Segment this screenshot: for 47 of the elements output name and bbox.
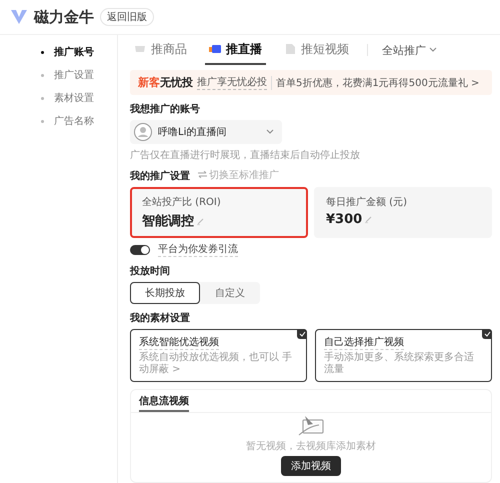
sidebar-item[interactable]: 素材设置 [41, 91, 103, 105]
option-title: 自己选择推广视频 [324, 335, 404, 350]
material-option-card[interactable]: 系统智能优选视频 系统自动投放优选视频，也可以 手动屏蔽 > [130, 329, 307, 382]
panel-tab[interactable]: 信息流视频 [139, 392, 189, 412]
toggle-label: 平台为你发券引流 [158, 242, 238, 257]
edit-icon[interactable] [365, 216, 372, 223]
chevron-down-icon [429, 47, 437, 53]
setting-card[interactable]: 每日推广金额 (元) ¥300 [314, 187, 492, 238]
banner-text[interactable]: 首单5折优惠，花费满1元再得500元流量礼 > [271, 76, 480, 90]
setting-card[interactable]: 全站投产比 (ROI) 智能调控 [130, 187, 308, 238]
banner-title: 新客无忧投 [138, 75, 193, 90]
back-to-old-version-button[interactable]: 返回旧版 [100, 8, 154, 26]
tab[interactable]: 推商品 [130, 35, 191, 65]
section-label: 我想推广的账号 [130, 102, 201, 116]
material-option-card[interactable]: 自己选择推广视频 手动添加更多、系统探索更多合适流量 [315, 329, 492, 382]
brand-name: 磁力金牛 [34, 8, 94, 26]
banner-link[interactable]: 推广享无忧必投 [197, 75, 267, 90]
account-select[interactable]: 呼噜Li的直播间 [130, 120, 282, 144]
camera-icon [209, 44, 221, 54]
sidebar-item[interactable]: 推广设置 [41, 68, 103, 82]
card-label: 每日推广金额 (元) [326, 196, 408, 209]
edit-icon[interactable] [197, 218, 204, 224]
section-label: 投放时间 [130, 264, 171, 278]
option-description: 手动添加更多、系统探索更多合适流量 [324, 352, 475, 376]
card-value: ¥300 [326, 212, 362, 227]
section-label: 我的素材设置 [130, 312, 191, 325]
account-note: 广告仅在直播进行时展现，直播结束后自动停止投放 [130, 148, 361, 162]
empty-text: 暂无视频，去视频库添加素材 [246, 440, 376, 452]
sidebar-item[interactable]: 推广账号 [41, 45, 103, 59]
switch-arrows-icon [198, 171, 207, 178]
add-video-button[interactable]: 添加视频 [281, 456, 341, 476]
option-description: 系统自动投放优选视频，也可以 手动屏蔽 > [139, 352, 294, 376]
sidebar-item[interactable]: 广告名称 [41, 114, 103, 128]
tab[interactable]: 推短视频 [280, 35, 353, 65]
card-label: 全站投产比 (ROI) [142, 196, 222, 209]
logo-icon [10, 9, 28, 25]
toggle-switch[interactable] [130, 244, 150, 254]
schedule-option[interactable]: 自定义 [200, 282, 260, 304]
schedule-option[interactable]: 长期投放 [130, 282, 200, 304]
chevron-down-icon [266, 129, 274, 135]
tab[interactable]: 推直播 [205, 35, 266, 65]
card-value: 智能调控 [142, 213, 194, 230]
option-title: 系统智能优选视频 [139, 335, 219, 350]
scope-dropdown[interactable]: 全站推广 [382, 42, 437, 58]
empty-video-icon [297, 414, 325, 436]
section-label: 我的推广设置 [130, 169, 190, 183]
avatar-icon [134, 123, 152, 141]
